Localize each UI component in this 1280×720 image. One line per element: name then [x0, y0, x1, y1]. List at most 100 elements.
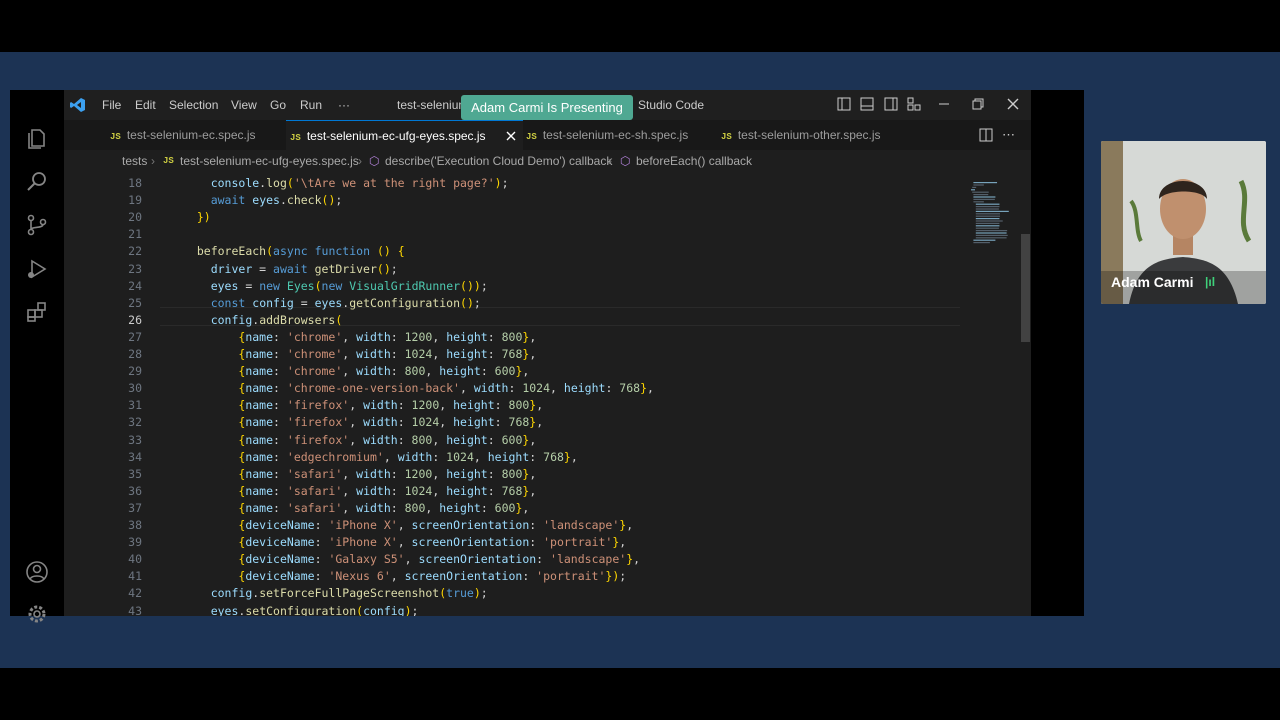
minimap[interactable]: [969, 178, 1014, 268]
vscode-logo-icon: [70, 98, 85, 112]
line-number: 19: [128, 193, 142, 208]
close-window-icon[interactable]: [1006, 97, 1020, 111]
code-line[interactable]: 26 config.addBrowsers(: [64, 312, 964, 329]
minimap-line: [973, 196, 996, 198]
line-code: driver = await getDriver();: [210, 261, 398, 276]
source-control-icon[interactable]: [25, 213, 49, 237]
split-editor-icon[interactable]: [979, 128, 993, 142]
minimap-line: [975, 222, 1000, 224]
minimap-line: [975, 213, 1000, 215]
line-code: {deviceName: 'iPhone X', screenOrientati…: [238, 518, 634, 532]
minimize-icon[interactable]: [937, 97, 951, 111]
line-number: 39: [128, 535, 142, 550]
line-number: 38: [128, 518, 142, 532]
code-line[interactable]: 39 {deviceName: 'iPhone X', screenOrient…: [64, 534, 964, 551]
search-icon[interactable]: [25, 170, 49, 194]
breadcrumb-file[interactable]: test-selenium-ec-ufg-eyes.spec.js: [180, 150, 359, 172]
code-line[interactable]: 21: [64, 226, 964, 243]
tab-test-selenium-other[interactable]: JS test-selenium-other.spec.js: [721, 120, 921, 150]
line-number: 40: [128, 552, 142, 567]
code-line[interactable]: 27 {name: 'chrome', width: 1200, height:…: [64, 329, 964, 346]
more-actions-icon[interactable]: ⋯: [1002, 120, 1015, 150]
restore-icon[interactable]: [971, 97, 985, 111]
code-line[interactable]: 33 {name: 'firefox', width: 800, height:…: [64, 432, 964, 449]
breadcrumb-describe[interactable]: describe('Execution Cloud Demo') callbac…: [385, 150, 612, 172]
tab-test-selenium-ec-sh[interactable]: JS test-selenium-ec-sh.spec.js: [526, 120, 706, 150]
code-line[interactable]: 32 {name: 'firefox', width: 1024, height…: [64, 414, 964, 431]
menu-go[interactable]: Go: [270, 90, 286, 120]
code-editor[interactable]: 18 console.log('\tAre we at the right pa…: [64, 172, 1031, 616]
code-line[interactable]: 29 {name: 'chrome', width: 800, height: …: [64, 363, 964, 380]
toggle-panel-icon[interactable]: [860, 97, 874, 111]
breadcrumb-folder[interactable]: tests: [122, 150, 147, 172]
line-code: beforeEach(async function () {: [196, 244, 405, 259]
menu-edit[interactable]: Edit: [135, 90, 156, 120]
code-line[interactable]: 38 {deviceName: 'iPhone X', screenOrient…: [64, 517, 964, 534]
settings-gear-icon[interactable]: [25, 602, 49, 626]
line-code: {name: 'chrome', width: 1200, height: 80…: [238, 329, 537, 344]
line-code: {name: 'safari', width: 1200, height: 80…: [238, 466, 537, 481]
code-line[interactable]: 34 {name: 'edgechromium', width: 1024, h…: [64, 449, 964, 466]
activity-bar: [10, 90, 64, 623]
code-line[interactable]: 19 await eyes.check();: [64, 192, 964, 209]
js-file-icon: JS: [110, 132, 121, 142]
code-line[interactable]: 24 eyes = new Eyes(new VisualGridRunner(…: [64, 278, 964, 295]
minimap-line: [975, 225, 1000, 227]
code-line[interactable]: 23 driver = await getDriver();: [64, 261, 964, 278]
line-number: 25: [128, 295, 142, 310]
toggle-sidebar-icon[interactable]: [837, 97, 851, 111]
line-number: 34: [128, 449, 142, 464]
menu-run[interactable]: Run: [300, 90, 322, 120]
chevron-right-icon: ›: [358, 154, 362, 168]
customize-layout-icon[interactable]: [907, 97, 921, 111]
code-line[interactable]: 28 {name: 'chrome', width: 1024, height:…: [64, 346, 964, 363]
menu-view[interactable]: View: [231, 90, 257, 120]
close-tab-icon[interactable]: [506, 131, 516, 141]
tab-test-selenium-ec-ufg-eyes[interactable]: JS test-selenium-ec-ufg-eyes.spec.js: [286, 120, 523, 150]
code-line[interactable]: 36 {name: 'safari', width: 1024, height:…: [64, 483, 964, 500]
menu-file[interactable]: File: [102, 90, 121, 120]
presenting-banner: Adam Carmi Is Presenting: [461, 95, 633, 120]
code-line[interactable]: 22 beforeEach(async function () {: [64, 243, 964, 260]
explorer-icon[interactable]: [25, 127, 49, 151]
minimap-line: [975, 230, 1008, 232]
menu-more[interactable]: ···: [338, 90, 350, 120]
code-line[interactable]: 43 eyes.setConfiguration(config);: [64, 603, 964, 617]
code-line[interactable]: 37 {name: 'safari', width: 800, height: …: [64, 500, 964, 517]
code-line[interactable]: 18 console.log('\tAre we at the right pa…: [64, 175, 964, 192]
line-number: 37: [128, 500, 142, 515]
code-line[interactable]: 42 config.setForceFullPageScreenshot(tru…: [64, 585, 964, 602]
extensions-icon[interactable]: [25, 300, 49, 324]
line-number: 35: [128, 466, 142, 481]
code-line[interactable]: 30 {name: 'chrome-one-version-back', wid…: [64, 380, 964, 397]
toggle-secondary-sidebar-icon[interactable]: [884, 97, 898, 111]
line-code: {name: 'edgechromium', width: 1024, heig…: [238, 449, 578, 464]
minimap-line: [975, 227, 999, 229]
minimap-line: [971, 189, 975, 191]
code-line[interactable]: 25 const config = eyes.getConfiguration(…: [64, 295, 964, 312]
account-icon[interactable]: [25, 560, 49, 584]
line-code: {name: 'chrome', width: 800, height: 600…: [238, 364, 530, 379]
code-line[interactable]: 41 {deviceName: 'Nexus 6', screenOrienta…: [64, 568, 964, 585]
minimap-line: [975, 215, 1000, 217]
cube-icon: ⬡: [369, 154, 380, 168]
js-file-icon: JS: [163, 156, 174, 166]
line-code: await eyes.check();: [210, 193, 343, 208]
participant-name: Adam Carmi: [1111, 274, 1194, 290]
tab-test-selenium-ec[interactable]: JS test-selenium-ec.spec.js: [110, 120, 280, 150]
line-number: 23: [128, 261, 142, 276]
minimap-line: [975, 208, 999, 210]
js-file-icon: JS: [526, 132, 537, 142]
code-line[interactable]: 20 }): [64, 209, 964, 226]
minimap-line: [975, 232, 1007, 234]
line-code: {name: 'firefox', width: 800, height: 60…: [238, 432, 537, 447]
breadcrumb-before-each[interactable]: beforeEach() callback: [636, 150, 752, 172]
code-line[interactable]: 40 {deviceName: 'Galaxy S5', screenOrien…: [64, 551, 964, 568]
code-line[interactable]: 31 {name: 'firefox', width: 1200, height…: [64, 397, 964, 414]
run-debug-icon[interactable]: [25, 257, 49, 281]
code-line[interactable]: 35 {name: 'safari', width: 1200, height:…: [64, 466, 964, 483]
menu-selection[interactable]: Selection: [169, 90, 218, 120]
breadcrumb: tests › JS test-selenium-ec-ufg-eyes.spe…: [64, 150, 1031, 172]
line-number: 20: [128, 210, 142, 225]
vertical-scrollbar[interactable]: [1021, 234, 1030, 342]
